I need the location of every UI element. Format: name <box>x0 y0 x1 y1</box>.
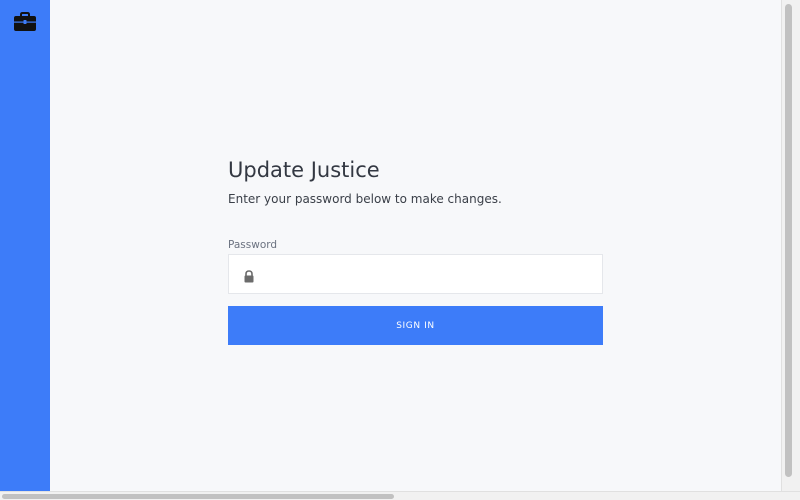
sidebar <box>0 0 50 491</box>
sign-in-form: Update Justice Enter your password below… <box>228 156 603 345</box>
sign-in-button[interactable]: SIGN IN <box>228 306 603 345</box>
lock-icon <box>243 268 255 283</box>
password-label: Password <box>228 239 278 251</box>
main-content: Update Justice Enter your password below… <box>50 0 781 491</box>
horizontal-scrollbar-thumb[interactable] <box>2 494 394 499</box>
vertical-scrollbar-thumb[interactable] <box>785 4 792 477</box>
vertical-scrollbar[interactable] <box>781 0 800 491</box>
briefcase-icon[interactable] <box>14 12 36 32</box>
horizontal-scrollbar[interactable] <box>0 491 800 500</box>
password-field-wrapper <box>228 254 603 294</box>
page-subtitle: Enter your password below to make change… <box>228 192 502 206</box>
password-input[interactable] <box>265 255 595 293</box>
page-title: Update Justice <box>228 158 380 182</box>
